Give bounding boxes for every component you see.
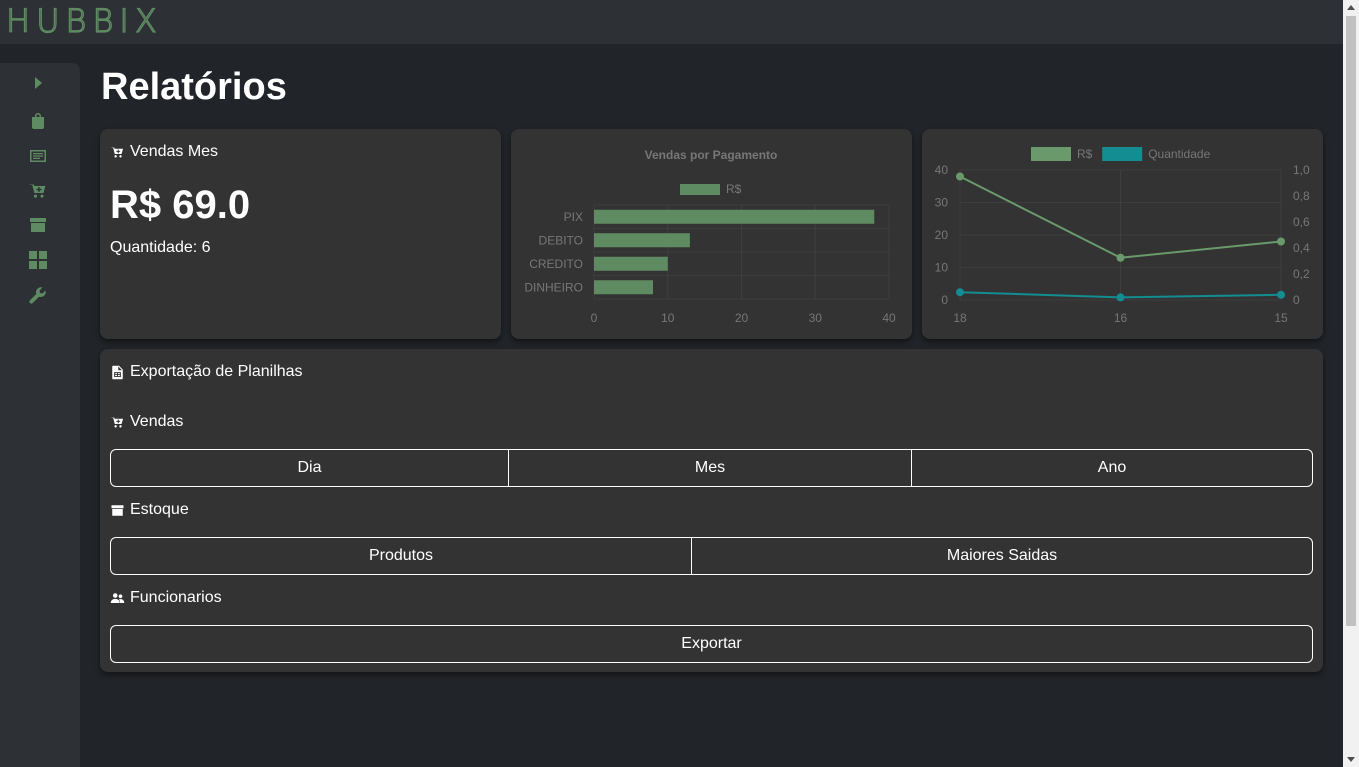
cart-icon	[110, 146, 124, 158]
export-stock-heading: Estoque	[110, 501, 189, 519]
y-left-tick-label-1: 10	[935, 261, 949, 275]
y-right-tick-label-1: 0,2	[1293, 267, 1310, 281]
export-sales-label: Vendas	[130, 413, 184, 430]
y-tick-label-3: DINHEIRO	[524, 280, 583, 294]
sidebar-item-products[interactable]	[26, 110, 50, 132]
page-title: Relatórios	[101, 66, 287, 108]
legend-swatch-0	[680, 184, 720, 195]
x-tick-label-2: 15	[1274, 311, 1288, 325]
bar-credito	[594, 256, 668, 271]
spreadsheet-icon	[112, 365, 123, 379]
export-stock-products-button[interactable]: Produtos	[111, 538, 691, 574]
scrollbar-thumb[interactable]	[1346, 16, 1356, 626]
series-1-point-1	[1116, 293, 1125, 302]
archive-icon	[30, 218, 46, 232]
series-1-point-0	[956, 288, 964, 297]
sidebar-item-reports[interactable]	[26, 145, 50, 167]
sales-trend-line-chart: R$ Quantidade 0 10 20 30 40 0 0,2 0,4 0,6 0,8 1,0 18 1…	[935, 147, 1310, 325]
export-title-text: Exportação de Planilhas	[130, 363, 303, 380]
y-tick-label-2: CREDITO	[529, 257, 583, 271]
chart-title: Vendas por Pagamento	[645, 148, 778, 162]
legend-label-0: R$	[1077, 147, 1093, 161]
grid-icon	[29, 251, 47, 269]
bar-pix	[594, 209, 875, 224]
archive-icon	[111, 504, 124, 516]
app-logo[interactable]: HUBBIX	[5, 2, 163, 39]
export-employees-button-group: Exportar	[110, 625, 1313, 663]
y-left-tick-label-0: 0	[941, 293, 948, 307]
legend-label-1: Quantidade	[1148, 147, 1210, 161]
x-tick-label-0: 0	[591, 311, 598, 325]
sidebar-item-sales[interactable]	[26, 180, 50, 202]
export-employees-button[interactable]: Exportar	[111, 626, 1312, 662]
monthly-sales-quantity: Quantidade: 6	[110, 239, 211, 256]
scroll-up-arrow-icon[interactable]	[1347, 5, 1355, 10]
export-sales-button-group: Dia Mes Ano	[110, 449, 1313, 487]
x-tick-label-3: 30	[809, 311, 823, 325]
legend-swatch-0	[1031, 147, 1071, 161]
y-right-tick-label-4: 0,8	[1293, 189, 1310, 203]
series-0-point-2	[1277, 237, 1285, 246]
sidebar-item-settings[interactable]	[26, 284, 50, 306]
sidebar	[0, 63, 80, 767]
series-1-point-2	[1277, 290, 1285, 299]
export-stock-top-outputs-button[interactable]: Maiores Saidas	[691, 538, 1312, 574]
monthly-sales-title-text: Vendas Mes	[130, 143, 219, 160]
payment-chart-card: Vendas por Pagamento R$ 0 10 20 30 40 PIX DEBITO…	[511, 129, 912, 339]
export-stock-label: Estoque	[130, 501, 189, 518]
users-icon	[110, 592, 125, 603]
sales-trend-card: R$ Quantidade 0 10 20 30 40 0 0,2 0,4 0,6 0,8 1,0 18 1…	[922, 129, 1323, 339]
bar-dinheiro	[594, 280, 653, 295]
y-tick-label-1: DEBITO	[539, 233, 583, 247]
export-sales-year-button[interactable]: Ano	[911, 450, 1312, 486]
wrench-icon	[29, 287, 46, 304]
series-0-point-1	[1116, 253, 1125, 262]
play-icon	[35, 77, 42, 89]
export-sales-month-button[interactable]: Mes	[508, 450, 911, 486]
cart-icon	[110, 416, 124, 428]
export-employees-label: Funcionarios	[130, 589, 222, 606]
y-tick-label-0: PIX	[564, 210, 583, 224]
cart-icon	[29, 184, 46, 198]
export-employees-heading: Funcionarios	[110, 589, 222, 607]
monthly-sales-card: Vendas Mes R$ 69.0 Quantidade: 6	[100, 129, 501, 339]
scroll-down-arrow-icon[interactable]	[1347, 757, 1355, 762]
y-right-tick-label-0: 0	[1293, 293, 1300, 307]
bag-icon	[32, 113, 44, 129]
sidebar-item-dashboard[interactable]	[26, 249, 50, 271]
bar-debito	[594, 233, 690, 248]
export-title: Exportação de Planilhas	[110, 363, 303, 381]
sidebar-item-stock[interactable]	[26, 214, 50, 236]
monthly-sales-value: R$ 69.0	[110, 183, 251, 227]
x-tick-label-2: 20	[735, 311, 749, 325]
export-sales-heading: Vendas	[110, 413, 183, 431]
y-left-tick-label-2: 20	[935, 228, 949, 242]
monthly-sales-title: Vendas Mes	[110, 143, 218, 161]
payment-bar-chart: Vendas por Pagamento R$ 0 10 20 30 40 PIX DEBITO…	[524, 148, 896, 325]
y-left-tick-label-4: 40	[935, 163, 949, 177]
y-right-tick-label-3: 0,6	[1293, 215, 1310, 229]
y-right-tick-label-5: 1,0	[1293, 163, 1310, 177]
page-scrollbar[interactable]	[1343, 0, 1359, 767]
sidebar-expand-button[interactable]	[26, 72, 50, 94]
export-stock-button-group: Produtos Maiores Saidas	[110, 537, 1313, 575]
x-tick-label-0: 18	[953, 311, 967, 325]
y-right-tick-label-2: 0,4	[1293, 241, 1310, 255]
y-left-tick-label-3: 30	[935, 196, 949, 210]
x-tick-label-1: 16	[1114, 311, 1128, 325]
series-0-point-0	[956, 172, 964, 181]
top-bar: HUBBIX	[0, 0, 1343, 44]
list-icon	[30, 150, 46, 162]
x-tick-label-4: 40	[882, 311, 896, 325]
legend-label-0: R$	[726, 182, 742, 196]
x-tick-label-1: 10	[661, 311, 675, 325]
legend-swatch-1	[1102, 147, 1143, 161]
export-card: Exportação de Planilhas Vendas Dia Mes A…	[100, 349, 1323, 672]
export-sales-day-button[interactable]: Dia	[111, 450, 508, 486]
